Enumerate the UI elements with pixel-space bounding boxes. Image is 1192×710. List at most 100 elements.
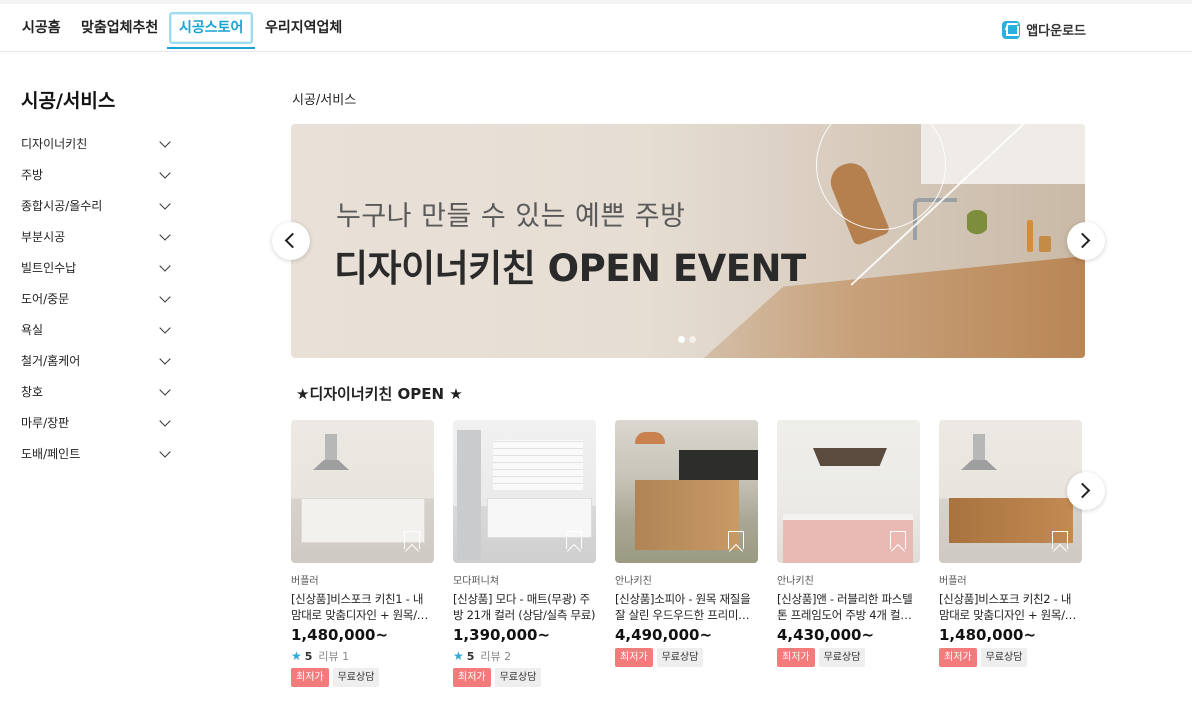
chevron-down-icon[interactable] bbox=[159, 135, 171, 148]
wall-decor bbox=[679, 450, 758, 480]
chevron-down-icon[interactable] bbox=[159, 383, 171, 396]
sidebar-item[interactable]: 종합시공/올수리 bbox=[21, 190, 173, 221]
product-tags: 최저가 무료상담 bbox=[291, 668, 434, 687]
star-icon: ★ bbox=[453, 649, 464, 663]
breadcrumb: 시공/서비스 bbox=[292, 93, 357, 108]
shelf-decor bbox=[813, 448, 887, 466]
chevron-down-icon[interactable] bbox=[159, 445, 171, 458]
section-title: ★디자이너키친 OPEN ★ bbox=[296, 385, 463, 403]
top-nav: 시공홈 맞춤업체추천 시공스토어 우리지역업체 앱다운로드 bbox=[0, 0, 1192, 52]
sidebar-item[interactable]: 철거/홈케어 bbox=[21, 345, 173, 376]
chevron-down-icon[interactable] bbox=[159, 259, 171, 272]
tab-construction-store[interactable]: 시공스토어 bbox=[166, 12, 256, 49]
lamp-decor bbox=[635, 432, 665, 444]
product-price: 1,390,000~ bbox=[453, 626, 551, 644]
product-tags: 최저가 무료상담 bbox=[615, 648, 758, 667]
sidebar-item[interactable]: 디자이너키친 bbox=[21, 128, 173, 159]
product-image[interactable] bbox=[615, 420, 758, 563]
products-next-button[interactable] bbox=[1067, 472, 1105, 510]
star-icon: ★ bbox=[291, 649, 302, 663]
hood-decor bbox=[973, 434, 985, 462]
bookmark-icon[interactable] bbox=[566, 531, 582, 549]
chevron-down-icon[interactable] bbox=[159, 290, 171, 303]
plant-decor bbox=[967, 210, 987, 250]
product-card[interactable]: 버플러 [신상품]비스포크 키친2 - 내 맘대로 맞춤디자인 + 원목/… 1… bbox=[939, 420, 1082, 667]
carousel-dots bbox=[678, 336, 696, 343]
product-tags: 최저가 무료상담 bbox=[939, 648, 1082, 667]
lowest-price-badge: 최저가 bbox=[777, 648, 815, 667]
banner-next-button[interactable] bbox=[1067, 222, 1105, 260]
jar-decor bbox=[1039, 236, 1051, 252]
free-consult-badge: 무료상담 bbox=[494, 668, 542, 687]
banner-title: 디자이너키친 OPEN EVENT bbox=[334, 247, 806, 290]
tab-custom-recommend[interactable]: 맞춤업체추천 bbox=[77, 16, 162, 50]
free-consult-badge: 무료상담 bbox=[818, 648, 866, 667]
app-download-label: 앱다운로드 bbox=[1026, 24, 1086, 39]
product-brand: 안나키친 bbox=[777, 576, 814, 587]
banner-shelf-decor bbox=[921, 124, 1085, 184]
bookmark-icon[interactable] bbox=[404, 531, 420, 549]
hood-decor bbox=[325, 434, 337, 462]
carousel-dot-active[interactable] bbox=[678, 336, 685, 343]
sidebar-item[interactable]: 도배/페인트 bbox=[21, 438, 173, 469]
product-tags: 최저가 무료상담 bbox=[777, 648, 920, 667]
free-consult-badge: 무료상담 bbox=[656, 648, 704, 667]
hood-decor bbox=[961, 460, 997, 470]
product-rating: ★ 5 리뷰 1 bbox=[291, 649, 350, 663]
chevron-down-icon[interactable] bbox=[159, 166, 171, 179]
product-brand: 안나키친 bbox=[615, 576, 652, 587]
chevron-down-icon[interactable] bbox=[159, 321, 171, 334]
product-image[interactable] bbox=[453, 420, 596, 563]
product-card[interactable]: 안나키친 [신상품]앤 - 러블리한 파스텔톤 프레임도어 주방 4개 컬… 4… bbox=[777, 420, 920, 667]
app-home-icon bbox=[1002, 20, 1021, 39]
banner-prev-button[interactable] bbox=[272, 222, 310, 260]
chevron-down-icon[interactable] bbox=[159, 414, 171, 427]
tab-local-companies[interactable]: 우리지역업체 bbox=[261, 16, 346, 50]
free-consult-badge: 무료상담 bbox=[980, 648, 1028, 667]
product-price: 1,480,000~ bbox=[291, 626, 389, 644]
product-card[interactable]: 모다퍼니쳐 [신상품] 모다 - 매트(무광) 주방 21개 컬러 (상담/실측… bbox=[453, 420, 596, 687]
chevron-down-icon[interactable] bbox=[159, 228, 171, 241]
product-rating: ★ 5 리뷰 2 bbox=[453, 649, 512, 663]
app-download-link[interactable]: 앱다운로드 bbox=[1002, 20, 1086, 39]
lowest-price-badge: 최저가 bbox=[939, 648, 977, 667]
chevron-down-icon[interactable] bbox=[159, 197, 171, 210]
product-name[interactable]: [신상품]비스포크 키친1 - 내 맘대로 맞춤디자인 + 원목/… bbox=[291, 591, 434, 623]
sidebar-item[interactable]: 창호 bbox=[21, 376, 173, 407]
tile-decor bbox=[493, 440, 583, 490]
sidebar-item[interactable]: 마루/장판 bbox=[21, 407, 173, 438]
product-name[interactable]: [신상품]앤 - 러블리한 파스텔톤 프레임도어 주방 4개 컬… bbox=[777, 591, 920, 623]
sidebar-title: 시공/서비스 bbox=[21, 90, 116, 112]
product-name[interactable]: [신상품]비스포크 키친2 - 내 맘대로 맞춤디자인 + 원목/… bbox=[939, 591, 1082, 623]
chevron-down-icon[interactable] bbox=[159, 352, 171, 365]
product-card[interactable]: 버플러 [신상품]비스포크 키친1 - 내 맘대로 맞춤디자인 + 원목/… 1… bbox=[291, 420, 434, 687]
product-price: 1,480,000~ bbox=[939, 626, 1037, 644]
bookmark-icon[interactable] bbox=[890, 531, 906, 549]
sidebar-item[interactable]: 주방 bbox=[21, 159, 173, 190]
sidebar-item[interactable]: 빌트인수납 bbox=[21, 252, 173, 283]
carousel-dot[interactable] bbox=[689, 336, 696, 343]
product-name[interactable]: [신상품]소피아 - 원목 재질을 잘 살린 우드우드한 프리미… bbox=[615, 591, 758, 623]
banner-subtitle: 누구나 만들 수 있는 예쁜 주방 bbox=[336, 201, 686, 232]
hood-decor bbox=[313, 460, 349, 470]
chevron-left-icon bbox=[284, 232, 301, 249]
product-image[interactable] bbox=[939, 420, 1082, 563]
sidebar-category-list: 디자이너키친 주방 종합시공/올수리 부분시공 빌트인수납 도어/중문 욕실 철… bbox=[21, 128, 173, 469]
lowest-price-badge: 최저가 bbox=[615, 648, 653, 667]
product-image[interactable] bbox=[291, 420, 434, 563]
sidebar-item[interactable]: 부분시공 bbox=[21, 221, 173, 252]
bookmark-icon[interactable] bbox=[1052, 531, 1068, 549]
product-image[interactable] bbox=[777, 420, 920, 563]
bookmark-icon[interactable] bbox=[728, 531, 744, 549]
tab-construction-home[interactable]: 시공홈 bbox=[18, 16, 65, 50]
product-price: 4,430,000~ bbox=[777, 626, 875, 644]
product-price: 4,490,000~ bbox=[615, 626, 713, 644]
product-name[interactable]: [신상품] 모다 - 매트(무광) 주방 21개 컬러 (상담/실측 무료) bbox=[453, 591, 596, 623]
sidebar-item[interactable]: 도어/중문 bbox=[21, 283, 173, 314]
island-decor bbox=[635, 480, 739, 550]
sidebar-item[interactable]: 욕실 bbox=[21, 314, 173, 345]
lowest-price-badge: 최저가 bbox=[453, 668, 491, 687]
promo-banner[interactable]: 누구나 만들 수 있는 예쁜 주방 디자이너키친 OPEN EVENT bbox=[291, 124, 1085, 358]
product-card[interactable]: 안나키친 [신상품]소피아 - 원목 재질을 잘 살린 우드우드한 프리미… 4… bbox=[615, 420, 758, 667]
product-brand: 모다퍼니쳐 bbox=[453, 576, 499, 587]
